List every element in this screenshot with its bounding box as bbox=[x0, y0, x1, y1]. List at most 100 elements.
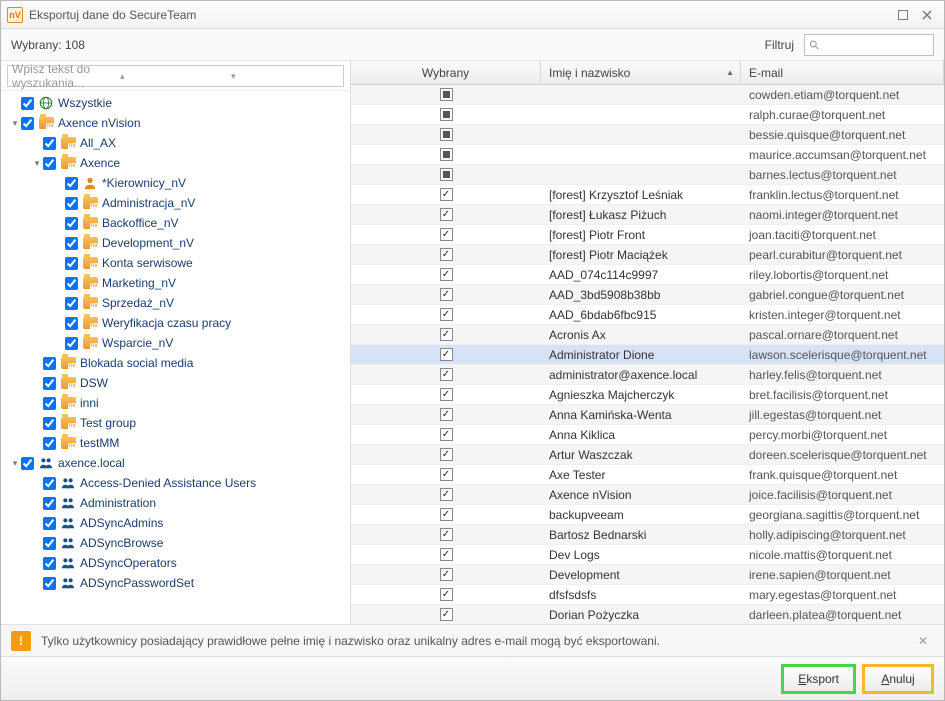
tree-checkbox[interactable] bbox=[65, 257, 78, 270]
row-checkbox[interactable] bbox=[440, 548, 453, 561]
tree-item[interactable]: Administration bbox=[1, 493, 350, 513]
table-row[interactable]: Bartosz Bednarskiholly.adipiscing@torque… bbox=[351, 525, 944, 545]
tree-checkbox[interactable] bbox=[43, 417, 56, 430]
grid-body[interactable]: cowden.etiam@torquent.netralph.curae@tor… bbox=[351, 85, 944, 624]
col-email[interactable]: E-mail bbox=[741, 61, 944, 84]
table-row[interactable]: Axe Testerfrank.quisque@torquent.net bbox=[351, 465, 944, 485]
chevron-up-icon[interactable]: ▴ bbox=[117, 71, 228, 82]
tree-checkbox[interactable] bbox=[43, 577, 56, 590]
tree-item[interactable]: ADSyncBrowse bbox=[1, 533, 350, 553]
row-checkbox[interactable] bbox=[440, 228, 453, 241]
row-checkbox[interactable] bbox=[440, 408, 453, 421]
table-row[interactable]: Administrator Dionelawson.scelerisque@to… bbox=[351, 345, 944, 365]
filter-input-wrap[interactable] bbox=[804, 34, 934, 56]
tree-item[interactable]: ADSyncAdmins bbox=[1, 513, 350, 533]
tree-checkbox[interactable] bbox=[43, 437, 56, 450]
table-row[interactable]: [forest] Krzysztof Leśniakfranklin.lectu… bbox=[351, 185, 944, 205]
table-row[interactable]: Agnieszka Majcherczykbret.facilisis@torq… bbox=[351, 385, 944, 405]
table-row[interactable]: Axence nVisionjoice.facilisis@torquent.n… bbox=[351, 485, 944, 505]
col-selected[interactable]: Wybrany bbox=[351, 61, 541, 84]
row-checkbox[interactable] bbox=[440, 488, 453, 501]
export-button[interactable]: Eksport bbox=[783, 666, 854, 692]
table-row[interactable]: administrator@axence.localharley.felis@t… bbox=[351, 365, 944, 385]
row-checkbox-mixed[interactable] bbox=[440, 108, 453, 121]
row-checkbox[interactable] bbox=[440, 328, 453, 341]
table-row[interactable]: Artur Waszczakdoreen.scelerisque@torquen… bbox=[351, 445, 944, 465]
tree-item[interactable]: All_AX bbox=[1, 133, 350, 153]
tree-checkbox[interactable] bbox=[65, 297, 78, 310]
tree-item[interactable]: inni bbox=[1, 393, 350, 413]
tree-checkbox[interactable] bbox=[43, 517, 56, 530]
row-checkbox[interactable] bbox=[440, 388, 453, 401]
row-checkbox[interactable] bbox=[440, 508, 453, 521]
tree-checkbox[interactable] bbox=[43, 137, 56, 150]
tree-checkbox[interactable] bbox=[43, 557, 56, 570]
row-checkbox-mixed[interactable] bbox=[440, 128, 453, 141]
row-checkbox[interactable] bbox=[440, 528, 453, 541]
tree-checkbox[interactable] bbox=[65, 177, 78, 190]
table-row[interactable]: Dorian Pożyczkadarleen.platea@torquent.n… bbox=[351, 605, 944, 624]
tree-checkbox[interactable] bbox=[43, 157, 56, 170]
tree-item[interactable]: Wsparcie_nV bbox=[1, 333, 350, 353]
tree-checkbox[interactable] bbox=[65, 277, 78, 290]
tree-item[interactable]: Test group bbox=[1, 413, 350, 433]
table-row[interactable]: Anna Kamińska-Wentajill.egestas@torquent… bbox=[351, 405, 944, 425]
row-checkbox[interactable] bbox=[440, 188, 453, 201]
row-checkbox[interactable] bbox=[440, 288, 453, 301]
tree-checkbox[interactable] bbox=[65, 237, 78, 250]
tree-checkbox[interactable] bbox=[65, 217, 78, 230]
row-checkbox[interactable] bbox=[440, 368, 453, 381]
row-checkbox[interactable] bbox=[440, 588, 453, 601]
tree-checkbox[interactable] bbox=[43, 537, 56, 550]
cancel-button[interactable]: Anuluj bbox=[864, 666, 932, 692]
tree-checkbox[interactable] bbox=[65, 317, 78, 330]
col-name[interactable]: Imię i nazwisko bbox=[541, 61, 741, 84]
tree-item[interactable]: ▾Axence nVision bbox=[1, 113, 350, 133]
tree-item[interactable]: Wszystkie bbox=[1, 93, 350, 113]
row-checkbox-mixed[interactable] bbox=[440, 148, 453, 161]
tree-item[interactable]: Weryfikacja czasu pracy bbox=[1, 313, 350, 333]
tree-item[interactable]: ADSyncPasswordSet bbox=[1, 573, 350, 593]
table-row[interactable]: AAD_3bd5908b38bbgabriel.congue@torquent.… bbox=[351, 285, 944, 305]
row-checkbox[interactable] bbox=[440, 468, 453, 481]
row-checkbox[interactable] bbox=[440, 268, 453, 281]
table-row[interactable]: dfsfsdsfsmary.egestas@torquent.net bbox=[351, 585, 944, 605]
tree[interactable]: Wszystkie▾Axence nVisionAll_AX▾Axence*Ki… bbox=[1, 91, 350, 624]
row-checkbox[interactable] bbox=[440, 208, 453, 221]
row-checkbox[interactable] bbox=[440, 448, 453, 461]
tree-item[interactable]: ▾axence.local bbox=[1, 453, 350, 473]
tree-search-input[interactable]: Wpisz tekst do wyszukania... ▴ ▾ bbox=[7, 65, 344, 87]
table-row[interactable]: bessie.quisque@torquent.net bbox=[351, 125, 944, 145]
table-row[interactable]: Anna Kiklicapercy.morbi@torquent.net bbox=[351, 425, 944, 445]
tree-checkbox[interactable] bbox=[65, 337, 78, 350]
table-row[interactable]: [forest] Łukasz Piżuchnaomi.integer@torq… bbox=[351, 205, 944, 225]
close-button[interactable] bbox=[916, 6, 938, 24]
tree-item[interactable]: Development_nV bbox=[1, 233, 350, 253]
tree-item[interactable]: Access-Denied Assistance Users bbox=[1, 473, 350, 493]
tree-item[interactable]: *Kierownicy_nV bbox=[1, 173, 350, 193]
table-row[interactable]: Developmentirene.sapien@torquent.net bbox=[351, 565, 944, 585]
tree-checkbox[interactable] bbox=[21, 457, 34, 470]
notice-close[interactable]: ✕ bbox=[912, 632, 934, 650]
tree-item[interactable]: ▾Axence bbox=[1, 153, 350, 173]
table-row[interactable]: maurice.accumsan@torquent.net bbox=[351, 145, 944, 165]
table-row[interactable]: [forest] Piotr Frontjoan.taciti@torquent… bbox=[351, 225, 944, 245]
tree-item[interactable]: Blokada social media bbox=[1, 353, 350, 373]
row-checkbox[interactable] bbox=[440, 608, 453, 621]
chevron-down-icon[interactable]: ▾ bbox=[228, 71, 339, 82]
tree-item[interactable]: Marketing_nV bbox=[1, 273, 350, 293]
row-checkbox[interactable] bbox=[440, 428, 453, 441]
table-row[interactable]: backupveeamgeorgiana.sagittis@torquent.n… bbox=[351, 505, 944, 525]
row-checkbox[interactable] bbox=[440, 248, 453, 261]
table-row[interactable]: [forest] Piotr Maciążekpearl.curabitur@t… bbox=[351, 245, 944, 265]
table-row[interactable]: AAD_6bdab6fbc915kristen.integer@torquent… bbox=[351, 305, 944, 325]
tree-checkbox[interactable] bbox=[43, 377, 56, 390]
tree-twisty[interactable]: ▾ bbox=[9, 458, 21, 469]
tree-item[interactable]: ADSyncOperators bbox=[1, 553, 350, 573]
tree-twisty[interactable]: ▾ bbox=[9, 118, 21, 129]
row-checkbox-mixed[interactable] bbox=[440, 88, 453, 101]
tree-checkbox[interactable] bbox=[43, 477, 56, 490]
row-checkbox[interactable] bbox=[440, 348, 453, 361]
filter-input[interactable] bbox=[824, 37, 930, 53]
tree-checkbox[interactable] bbox=[43, 497, 56, 510]
